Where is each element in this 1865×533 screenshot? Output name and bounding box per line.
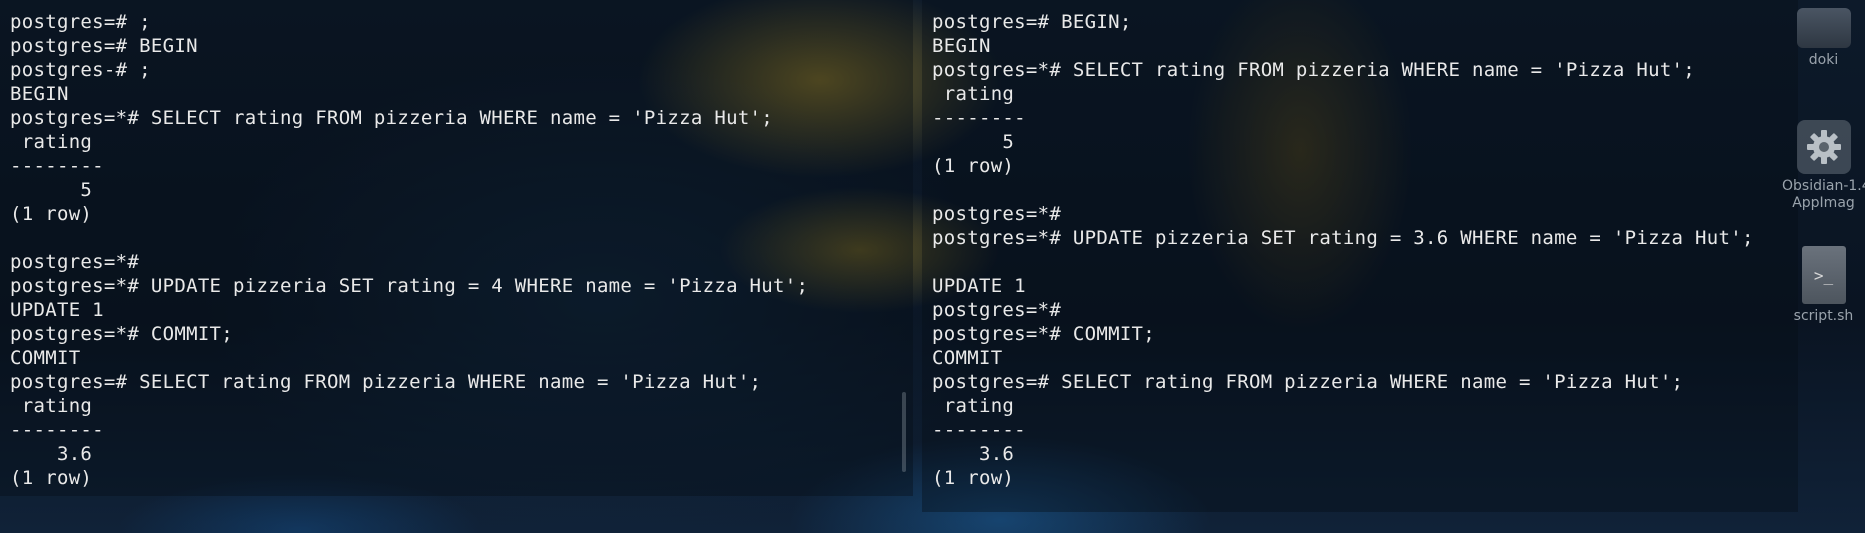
gear-icon	[1796, 120, 1851, 174]
terminal-line: postgres=*#	[10, 251, 140, 273]
terminal-line: postgres=*# SELECT rating FROM pizzeria …	[10, 107, 774, 129]
terminal-line: (1 row)	[10, 203, 93, 225]
terminal-line: postgres=*# SELECT rating FROM pizzeria …	[932, 59, 1696, 81]
terminal-right[interactable]: postgres=# BEGIN; BEGIN postgres=*# SELECT…	[922, 0, 1798, 512]
terminal-line: --------	[10, 155, 104, 177]
terminal-line: UPDATE 1	[932, 275, 1026, 297]
terminal-line: BEGIN	[932, 35, 991, 57]
terminal-line: postgres=*# COMMIT;	[10, 323, 234, 345]
desktop-icon-doki[interactable]: doki	[1782, 8, 1865, 69]
terminal-line: UPDATE 1	[10, 299, 104, 321]
desktop-icon-label: Obsidian-1.4 AppImag	[1782, 178, 1865, 211]
terminal-line: postgres-# ;	[10, 59, 151, 81]
terminal-line: (1 row)	[932, 155, 1015, 177]
terminal-line: postgres=# SELECT rating FROM pizzeria W…	[10, 371, 762, 393]
folder-icon	[1796, 8, 1851, 48]
terminal-line: 3.6	[10, 443, 93, 465]
terminal-line: postgres=# SELECT rating FROM pizzeria W…	[932, 371, 1684, 393]
terminal-left[interactable]: postgres=# ; postgres=# BEGIN postgres-# ;…	[0, 0, 913, 496]
terminal-line: (1 row)	[10, 467, 93, 489]
terminal-line: postgres=*#	[932, 203, 1062, 225]
terminal-line: 3.6	[932, 443, 1015, 465]
terminal-line: rating	[10, 395, 93, 417]
terminal-right-output: postgres=# BEGIN; BEGIN postgres=*# SELECT…	[932, 10, 1798, 490]
terminal-line: 5	[10, 179, 93, 201]
terminal-line: --------	[10, 419, 104, 441]
script-file-icon: >_	[1801, 246, 1846, 304]
terminal-line: postgres=*#	[932, 299, 1062, 321]
terminal-line: --------	[932, 107, 1026, 129]
desktop-icon-label: doki	[1808, 52, 1839, 68]
terminal-left-output: postgres=# ; postgres=# BEGIN postgres-# ;…	[10, 10, 913, 490]
desktop-icon-script[interactable]: >_ script.sh	[1782, 246, 1865, 325]
desktop-icons-column: doki Obsidian-1.4 AppImag >_ script.sh	[1782, 0, 1865, 533]
terminal-line: postgres=# BEGIN	[10, 35, 198, 57]
terminal-left-scrollbar[interactable]	[902, 392, 906, 472]
terminal-line: (1 row)	[932, 467, 1015, 489]
terminal-line: postgres=*# UPDATE pizzeria SET rating =…	[932, 227, 1754, 249]
desktop-icon-label: script.sh	[1793, 308, 1854, 324]
terminal-line: 5	[932, 131, 1015, 153]
terminal-line: rating	[10, 131, 93, 153]
terminal-line: --------	[932, 419, 1026, 441]
terminal-line: rating	[932, 395, 1015, 417]
terminal-line: COMMIT	[10, 347, 81, 369]
terminal-line: rating	[932, 83, 1015, 105]
desktop-icon-obsidian[interactable]: Obsidian-1.4 AppImag	[1782, 120, 1865, 212]
terminal-line: postgres=*# COMMIT;	[932, 323, 1156, 345]
terminal-line: BEGIN	[10, 83, 69, 105]
desktop-background: postgres=# ; postgres=# BEGIN postgres-# ;…	[0, 0, 1865, 533]
terminal-line: COMMIT	[932, 347, 1003, 369]
terminal-line: postgres=*# UPDATE pizzeria SET rating =…	[10, 275, 809, 297]
terminal-line: postgres=# ;	[10, 11, 151, 33]
terminal-line: postgres=# BEGIN;	[932, 11, 1132, 33]
